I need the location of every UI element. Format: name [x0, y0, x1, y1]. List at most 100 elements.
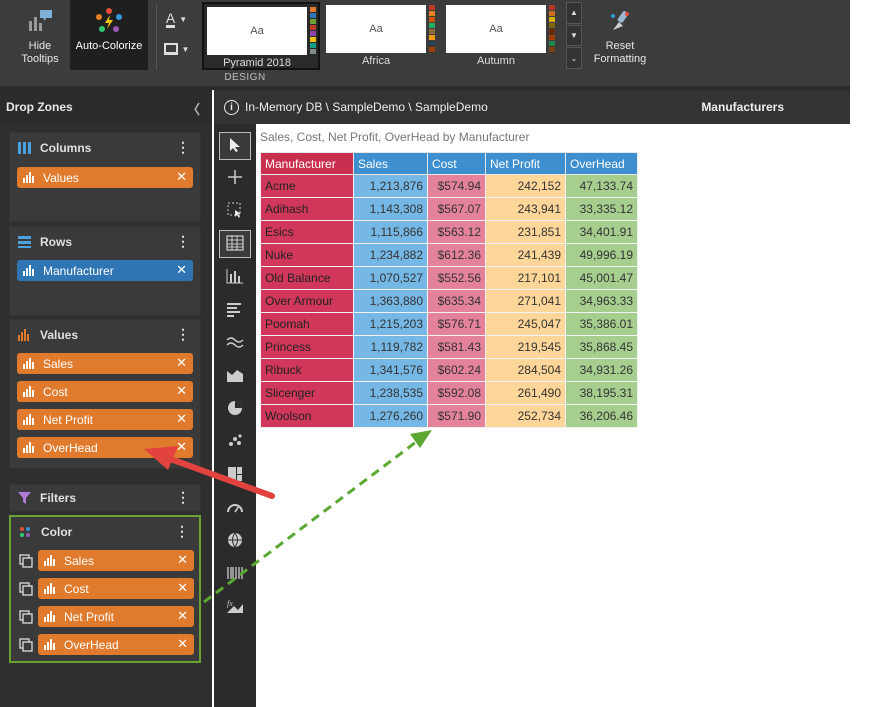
table-row[interactable]: Poomah 1,215,203 $576.71 245,047 35,386.01	[260, 312, 638, 336]
value-cell[interactable]: 284,504	[485, 358, 566, 382]
value-cell[interactable]: 1,215,203	[353, 312, 428, 336]
treemap-tool[interactable]	[219, 461, 251, 489]
table-row[interactable]: Adihash 1,143,308 $567.07 243,941 33,335.12	[260, 197, 638, 221]
grid-visual-tool[interactable]	[219, 230, 251, 258]
color-item-overhead[interactable]: OverHead ✕	[38, 634, 194, 655]
table-row[interactable]: Princess 1,119,782 $581.43 219,545 35,868.45	[260, 335, 638, 359]
more-options-icon[interactable]: ⋮	[176, 489, 190, 505]
scroll-down-icon[interactable]: ▼	[566, 24, 582, 47]
theme-africa[interactable]: Aa Africa	[323, 2, 441, 70]
row-header-cell[interactable]: Esics	[260, 220, 354, 244]
scatter-chart-tool[interactable]	[219, 428, 251, 456]
value-cell[interactable]: $635.34	[427, 289, 486, 313]
value-cell[interactable]: $563.12	[427, 220, 486, 244]
more-options-icon[interactable]: ⋮	[176, 326, 190, 342]
select-tool[interactable]	[219, 132, 251, 160]
value-cell[interactable]: $567.07	[427, 197, 486, 221]
gallery-expand-icon[interactable]: ⌄	[566, 47, 582, 70]
value-cell[interactable]: 245,047	[485, 312, 566, 336]
values-item-sales[interactable]: Sales ✕	[17, 353, 193, 374]
remove-icon[interactable]: ✕	[176, 440, 187, 454]
column-header[interactable]: Net Profit	[485, 152, 566, 175]
more-options-icon[interactable]: ⋮	[175, 523, 189, 539]
info-icon[interactable]: i	[224, 99, 239, 115]
value-cell[interactable]: 49,996.19	[565, 243, 638, 267]
table-row[interactable]: Woolson 1,276,260 $571.90 252,734 36,206.46	[260, 404, 638, 428]
values-item-cost[interactable]: Cost ✕	[17, 381, 193, 402]
row-header-cell[interactable]: Slicenger	[260, 381, 354, 405]
column-header[interactable]: Cost	[427, 152, 486, 175]
rows-zone[interactable]: Rows ⋮ Manufacturer ✕	[9, 226, 201, 316]
remove-icon[interactable]: ✕	[176, 263, 187, 277]
color-item-cost[interactable]: Cost ✕	[38, 578, 194, 599]
filters-zone[interactable]: Filters ⋮	[9, 484, 201, 512]
formula-chart-tool[interactable]: fx	[219, 593, 251, 621]
more-options-icon[interactable]: ⋮	[176, 233, 190, 249]
row-header-cell[interactable]: Adihash	[260, 197, 354, 221]
remove-icon[interactable]: ✕	[176, 356, 187, 370]
row-header-cell[interactable]: Ribuck	[260, 358, 354, 382]
reset-formatting-button[interactable]: Reset Formatting	[588, 0, 652, 72]
matrix-tool[interactable]	[219, 560, 251, 588]
rows-item-manufacturer[interactable]: Manufacturer ✕	[17, 260, 193, 281]
remove-icon[interactable]: ✕	[177, 581, 188, 595]
color-zone[interactable]: Color ⋮ Sales ✕ Cost ✕ Net Profit ✕ Over…	[9, 515, 201, 663]
value-cell[interactable]: $612.36	[427, 243, 486, 267]
value-cell[interactable]: 1,213,876	[353, 174, 428, 198]
data-grid[interactable]: Manufacturer Sales Cost Net Profit OverHead …	[260, 152, 638, 428]
remove-icon[interactable]: ✕	[177, 609, 188, 623]
color-item-sales[interactable]: Sales ✕	[38, 550, 194, 571]
color-apply-icon[interactable]	[19, 582, 33, 596]
value-cell[interactable]: $592.08	[427, 381, 486, 405]
pan-tool[interactable]	[219, 164, 251, 192]
value-cell[interactable]: $571.90	[427, 404, 486, 428]
value-cell[interactable]: 1,070,527	[353, 266, 428, 290]
value-cell[interactable]: 241,439	[485, 243, 566, 267]
row-header-cell[interactable]: Poomah	[260, 312, 354, 336]
values-item-net-profit[interactable]: Net Profit ✕	[17, 409, 193, 430]
values-zone[interactable]: Values ⋮ Sales ✕ Cost ✕ Net Profit ✕ Ove…	[9, 319, 201, 469]
map-tool[interactable]	[219, 527, 251, 555]
table-row[interactable]: Over Armour 1,363,880 $635.34 271,041 34,963…	[260, 289, 638, 313]
value-cell[interactable]: 242,152	[485, 174, 566, 198]
table-row[interactable]: Nuke 1,234,882 $612.36 241,439 49,996.19	[260, 243, 638, 267]
row-header-cell[interactable]: Acme	[260, 174, 354, 198]
table-row[interactable]: Slicenger 1,238,535 $592.08 261,490 38,195.3…	[260, 381, 638, 405]
value-cell[interactable]: $574.94	[427, 174, 486, 198]
color-apply-icon[interactable]	[19, 610, 33, 624]
color-apply-icon[interactable]	[19, 554, 33, 568]
row-header-cell[interactable]: Over Armour	[260, 289, 354, 313]
value-cell[interactable]: 1,276,260	[353, 404, 428, 428]
area-chart-tool[interactable]	[219, 362, 251, 390]
line-chart-tool[interactable]	[219, 329, 251, 357]
row-header-cell[interactable]: Nuke	[260, 243, 354, 267]
column-header[interactable]: Manufacturer	[260, 152, 354, 175]
value-cell[interactable]: 34,963.33	[565, 289, 638, 313]
value-cell[interactable]: 252,734	[485, 404, 566, 428]
theme-autumn[interactable]: Aa Autumn	[443, 2, 561, 70]
lasso-select-tool[interactable]	[219, 197, 251, 225]
remove-icon[interactable]: ✕	[177, 637, 188, 651]
value-cell[interactable]: 1,234,882	[353, 243, 428, 267]
collapse-panel-icon[interactable]: 〈	[187, 99, 200, 118]
value-cell[interactable]: 36,206.46	[565, 404, 638, 428]
value-cell[interactable]: 1,115,866	[353, 220, 428, 244]
value-cell[interactable]: 219,545	[485, 335, 566, 359]
columns-item-values[interactable]: Values ✕	[17, 167, 193, 188]
value-cell[interactable]: $581.43	[427, 335, 486, 359]
table-row[interactable]: Old Balance 1,070,527 $552.56 217,101 45,001…	[260, 266, 638, 290]
remove-icon[interactable]: ✕	[176, 170, 187, 184]
pie-chart-tool[interactable]	[219, 395, 251, 423]
column-header[interactable]: Sales	[353, 152, 428, 175]
value-cell[interactable]: 261,490	[485, 381, 566, 405]
value-cell[interactable]: 231,851	[485, 220, 566, 244]
value-cell[interactable]: 1,119,782	[353, 335, 428, 359]
bar-chart-tool[interactable]	[219, 296, 251, 324]
values-item-overhead[interactable]: OverHead ✕	[17, 437, 193, 458]
value-cell[interactable]: 1,341,576	[353, 358, 428, 382]
auto-colorize-button[interactable]: Auto-Colorize	[70, 0, 148, 70]
row-header-cell[interactable]: Old Balance	[260, 266, 354, 290]
column-chart-tool[interactable]	[219, 263, 251, 291]
remove-icon[interactable]: ✕	[176, 384, 187, 398]
value-cell[interactable]: 1,143,308	[353, 197, 428, 221]
